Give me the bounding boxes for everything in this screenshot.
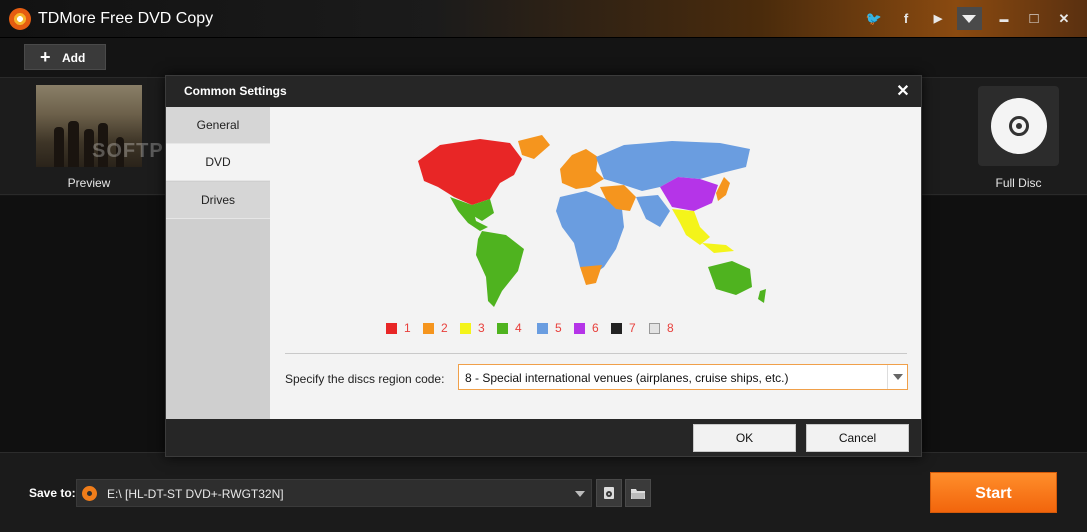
full-disc-button[interactable]	[978, 86, 1059, 166]
cancel-button[interactable]: Cancel	[806, 424, 909, 452]
disc-image-button[interactable]	[596, 479, 622, 507]
maximize-icon[interactable]: □	[1024, 9, 1044, 29]
dvd-settings-panel: 1 2 3 4 5 6 7 8 Specify the discs region…	[270, 107, 921, 419]
chevron-down-icon[interactable]	[887, 365, 907, 389]
ok-button[interactable]: OK	[693, 424, 796, 452]
legend-swatch	[423, 323, 434, 334]
legend-label: 6	[592, 321, 599, 335]
chevron-down-icon	[575, 491, 585, 497]
disc-icon	[991, 98, 1047, 154]
tab-general[interactable]: General	[166, 107, 270, 144]
tab-dvd[interactable]: DVD	[166, 144, 270, 181]
region-code-select[interactable]: 8 - Special international venues (airpla…	[458, 364, 908, 390]
app-title: TDMore Free DVD Copy	[38, 10, 214, 27]
save-to-value: E:\ [HL-DT-ST DVD+-RWGT32N]	[107, 487, 284, 501]
app-logo-icon	[9, 8, 31, 30]
app-window: TDMore Free DVD Copy 🐦 f ▶ ▬ □ ✕ + Add S…	[0, 0, 1087, 532]
save-to-label: Save to:	[29, 486, 76, 500]
region-code-label: Specify the discs region code:	[285, 372, 445, 386]
legend-swatch	[537, 323, 548, 334]
legend-swatch	[386, 323, 397, 334]
disc-image-icon	[604, 487, 614, 499]
legend-label: 2	[441, 321, 448, 335]
dialog-title: Common Settings	[184, 84, 287, 98]
facebook-icon[interactable]: f	[896, 9, 916, 29]
full-disc-label: Full Disc	[995, 176, 1042, 190]
add-button-label: Add	[62, 51, 86, 65]
tab-drives[interactable]: Drives	[166, 182, 270, 219]
legend-label: 1	[404, 321, 411, 335]
close-icon[interactable]: ✕	[1054, 9, 1074, 29]
plus-icon: +	[40, 47, 51, 67]
legend-label: 4	[515, 321, 522, 335]
add-button[interactable]: + Add	[24, 44, 106, 70]
start-button[interactable]: Start	[930, 472, 1057, 513]
region-world-map	[418, 135, 766, 307]
youtube-icon[interactable]: ▶	[928, 9, 948, 29]
common-settings-dialog: Common Settings ✕ General DVD Drives 1 2…	[165, 75, 922, 457]
save-to-select[interactable]: E:\ [HL-DT-ST DVD+-RWGT32N]	[76, 479, 592, 507]
region-code-value: 8 - Special international venues (airpla…	[465, 371, 789, 385]
legend-swatch	[497, 323, 508, 334]
legend-label: 7	[629, 321, 636, 335]
browse-folder-button[interactable]	[625, 479, 651, 507]
settings-sidebar: General DVD Drives	[166, 107, 270, 419]
folder-icon	[631, 489, 645, 499]
toolbar: + Add	[0, 38, 1087, 76]
disc-drive-icon	[82, 486, 97, 501]
minimize-icon[interactable]: ▬	[994, 9, 1014, 29]
menu-dropdown-icon[interactable]	[957, 7, 982, 30]
legend-swatch	[574, 323, 585, 334]
preview-label: Preview	[67, 176, 111, 190]
dialog-close-icon[interactable]: ✕	[895, 81, 911, 101]
legend-swatch	[611, 323, 622, 334]
legend-swatch	[649, 323, 660, 334]
dialog-body: General DVD Drives 1 2 3 4 5 6 7 8 Speci…	[166, 107, 921, 419]
legend-label: 8	[667, 321, 674, 335]
twitter-icon[interactable]: 🐦	[864, 9, 884, 29]
legend-swatch	[460, 323, 471, 334]
legend-label: 3	[478, 321, 485, 335]
bottom-bar: Save to: E:\ [HL-DT-ST DVD+-RWGT32N] Sta…	[0, 452, 1087, 532]
title-bar: TDMore Free DVD Copy 🐦 f ▶ ▬ □ ✕	[0, 0, 1087, 38]
divider	[285, 353, 907, 354]
legend-label: 5	[555, 321, 562, 335]
